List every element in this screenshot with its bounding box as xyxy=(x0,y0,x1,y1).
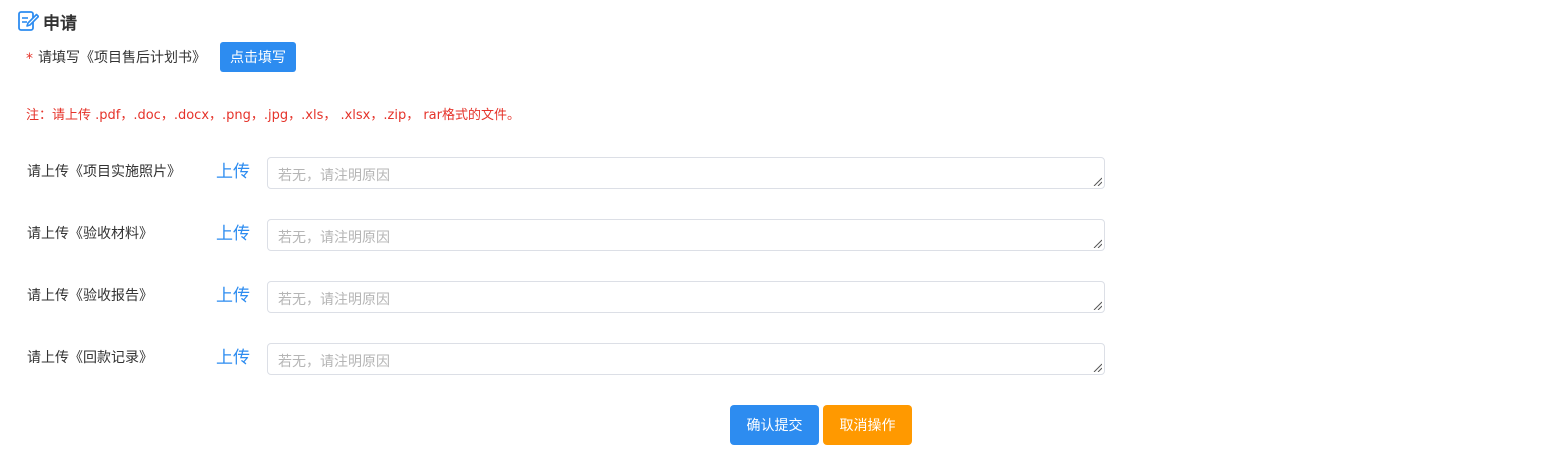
reason-field xyxy=(267,281,1105,313)
reason-textarea[interactable] xyxy=(268,282,1104,312)
file-format-note: 注：请上传 .pdf，.doc，.docx，.png，.jpg，.xls， .x… xyxy=(26,108,520,123)
upload-row-photos: 请上传《项目实施照片》 上传 xyxy=(27,157,1107,191)
upload-label: 请上传《验收报告》 xyxy=(27,288,153,304)
upload-row-payment-records: 请上传《回款记录》 上传 xyxy=(27,343,1107,377)
upload-row-acceptance-materials: 请上传《验收材料》 上传 xyxy=(27,219,1107,253)
upload-link[interactable]: 上传 xyxy=(216,219,250,244)
plan-row: * 请填写《项目售后计划书》 点击填写 xyxy=(26,42,296,72)
reason-field xyxy=(267,219,1105,251)
upload-link[interactable]: 上传 xyxy=(216,281,250,306)
resize-grip-icon[interactable] xyxy=(1093,239,1102,248)
plan-label: 请填写《项目售后计划书》 xyxy=(38,50,206,66)
resize-grip-icon[interactable] xyxy=(1093,177,1102,186)
resize-grip-icon[interactable] xyxy=(1093,301,1102,310)
reason-field xyxy=(267,157,1105,189)
upload-label: 请上传《回款记录》 xyxy=(27,350,153,366)
upload-link[interactable]: 上传 xyxy=(216,343,250,368)
section-header: 申请 xyxy=(17,8,77,34)
resize-grip-icon[interactable] xyxy=(1093,363,1102,372)
cancel-button[interactable]: 取消操作 xyxy=(823,405,912,445)
reason-textarea[interactable] xyxy=(268,344,1104,374)
fill-plan-button[interactable]: 点击填写 xyxy=(220,42,296,72)
upload-label: 请上传《验收材料》 xyxy=(27,226,153,242)
edit-document-icon xyxy=(17,10,40,32)
application-form: 申请 * 请填写《项目售后计划书》 点击填写 注：请上传 .pdf，.doc，.… xyxy=(0,0,1552,472)
upload-label: 请上传《项目实施照片》 xyxy=(27,164,181,180)
reason-textarea[interactable] xyxy=(268,220,1104,250)
required-mark: * xyxy=(26,51,33,67)
upload-link[interactable]: 上传 xyxy=(216,157,250,182)
upload-row-acceptance-report: 请上传《验收报告》 上传 xyxy=(27,281,1107,315)
reason-field xyxy=(267,343,1105,375)
confirm-submit-button[interactable]: 确认提交 xyxy=(730,405,819,445)
form-actions: 确认提交 取消操作 xyxy=(730,405,912,445)
page-title: 申请 xyxy=(43,13,77,34)
reason-textarea[interactable] xyxy=(268,158,1104,188)
